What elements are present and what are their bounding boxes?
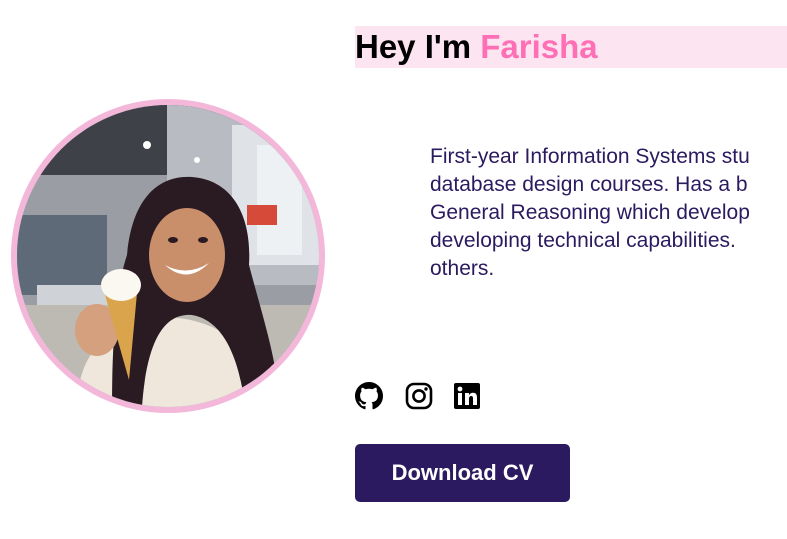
linkedin-link[interactable] [453,382,481,410]
instagram-link[interactable] [405,382,433,410]
bio-line: others. [430,257,495,280]
github-link[interactable] [355,382,383,410]
bio-line: General Reasoning which develop [430,201,750,224]
hero-heading: Hey I'm Farisha [355,26,787,68]
hero-name: Farisha [480,28,598,65]
greeting-text: Hey I'm [355,28,481,65]
github-icon [355,382,383,410]
portfolio-hero: Hey I'm Farisha First-year Information S… [0,0,787,539]
bio-line: database design courses. Has a b [430,173,748,196]
instagram-icon [405,382,433,410]
profile-photo-frame [11,99,325,413]
bio-line: First-year Information Systems stu [430,145,750,168]
bio-paragraph: First-year Information Systems stu datab… [430,143,787,283]
download-cv-button[interactable]: Download CV [355,444,570,502]
linkedin-icon [454,383,480,409]
profile-photo [17,105,319,407]
bio-line: developing technical capabilities. [430,229,736,252]
